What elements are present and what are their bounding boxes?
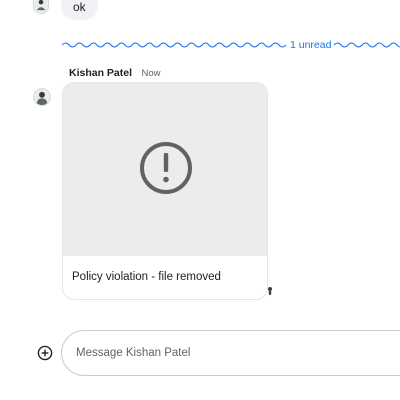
person-avatar-icon: [34, 0, 48, 13]
exclamation-circle-icon: [140, 142, 192, 194]
attachment-card[interactable]: Policy violation - file removed: [62, 82, 268, 300]
sender-avatar[interactable]: [33, 88, 51, 106]
plus-circle-icon[interactable]: [37, 345, 53, 361]
person-avatar-icon: [34, 89, 50, 105]
unread-divider: 1 unread: [62, 38, 400, 52]
attachment-caption: Policy violation - file removed: [72, 271, 221, 283]
message-timestamp: Now: [141, 68, 161, 79]
wavy-line-left: [62, 42, 286, 48]
sender-avatar[interactable]: [33, 0, 49, 14]
attachment-preview: [63, 83, 267, 256]
unread-label: 1 unread: [290, 39, 332, 51]
message-composer[interactable]: [61, 330, 400, 376]
message-bubble[interactable]: ok: [61, 0, 98, 20]
wavy-line-right: [334, 42, 400, 48]
add-reaction-icon[interactable]: [265, 286, 275, 296]
sender-name[interactable]: Kishan Patel: [69, 67, 132, 79]
message-input[interactable]: [76, 331, 376, 375]
chat-window: ok 1 unread Kishan Patel Now Policy viol…: [0, 0, 400, 400]
message-header: Kishan Patel Now: [69, 65, 161, 79]
message-text: ok: [73, 0, 86, 14]
